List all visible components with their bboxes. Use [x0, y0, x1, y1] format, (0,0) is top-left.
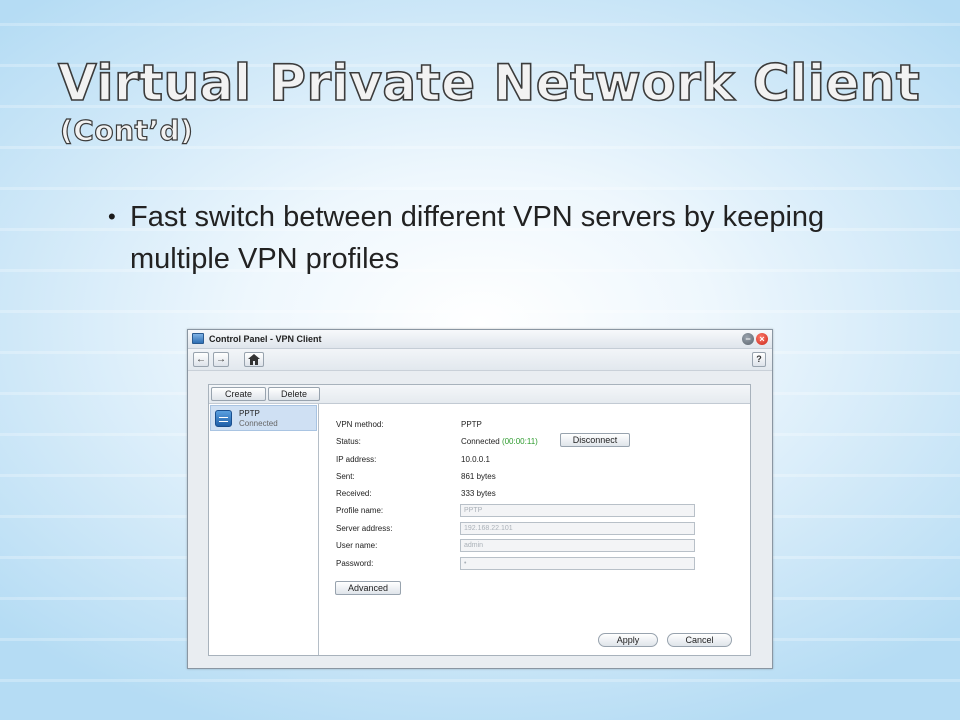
advanced-button[interactable]: Advanced: [335, 581, 401, 595]
status-label: Status:: [336, 437, 361, 446]
profile-name-field[interactable]: PPTP: [460, 504, 695, 517]
sent-label: Sent:: [336, 472, 355, 481]
slide-title: Virtual Private Network Client (Cont’d): [57, 52, 938, 148]
help-button[interactable]: ?: [752, 352, 766, 367]
list-item-pptp[interactable]: PPTP Connected: [210, 405, 317, 431]
home-icon[interactable]: [244, 352, 264, 367]
navigation-toolbar: ← → ?: [188, 349, 772, 371]
window-titlebar[interactable]: Control Panel - VPN Client − ×: [188, 330, 772, 349]
vpn-method-value: PPTP: [461, 420, 482, 429]
apply-button[interactable]: Apply: [598, 633, 658, 647]
forward-arrow-icon[interactable]: →: [213, 352, 229, 367]
control-panel-icon: [192, 333, 204, 344]
bullet-text: Fast switch between different VPN server…: [130, 201, 825, 275]
ip-address-value: 10.0.0.1: [461, 455, 490, 464]
create-button[interactable]: Create: [211, 387, 266, 401]
vpn-panel: Create Delete PPTP Connected VPN method:…: [208, 384, 751, 656]
connection-details: VPN method: PPTP Status: Connected (00:0…: [319, 404, 750, 655]
server-address-field[interactable]: 192.168.22.101: [460, 522, 695, 535]
profile-name-label: Profile name:: [336, 506, 384, 515]
status-value: Connected (00:00:11): [461, 437, 538, 446]
sent-value: 861 bytes: [461, 472, 496, 481]
vpn-client-window: Control Panel - VPN Client − × ← → ? Cre…: [187, 329, 773, 669]
vpn-method-label: VPN method:: [336, 420, 384, 429]
delete-button[interactable]: Delete: [268, 387, 320, 401]
password-field[interactable]: •: [460, 557, 695, 570]
user-name-label: User name:: [336, 541, 378, 550]
disconnect-button[interactable]: Disconnect: [560, 433, 630, 447]
profile-list: PPTP Connected: [209, 404, 319, 655]
profile-name: PPTP: [239, 409, 260, 418]
profile-status: Connected: [239, 419, 278, 428]
close-icon[interactable]: ×: [756, 333, 768, 345]
slide-title-sub: (Cont’d): [59, 113, 194, 147]
cancel-button[interactable]: Cancel: [667, 633, 732, 647]
status-timer: (00:00:11): [501, 437, 538, 446]
status-text: Connected: [461, 437, 500, 446]
server-address-label: Server address:: [336, 524, 393, 533]
received-value: 333 bytes: [461, 489, 496, 498]
password-label: Password:: [336, 559, 374, 568]
window-title: Control Panel - VPN Client: [209, 334, 322, 344]
minimize-icon[interactable]: −: [742, 333, 754, 345]
user-name-field[interactable]: admin: [460, 539, 695, 552]
bullet-point: • Fast switch between different VPN serv…: [108, 196, 848, 280]
profile-toolbar: Create Delete: [209, 385, 750, 404]
received-label: Received:: [336, 489, 372, 498]
bullet-dot: •: [108, 204, 116, 229]
slide-title-main: Virtual Private Network Client: [57, 53, 921, 113]
back-arrow-icon[interactable]: ←: [193, 352, 209, 367]
vpn-connection-icon: [215, 410, 232, 427]
ip-address-label: IP address:: [336, 455, 377, 464]
